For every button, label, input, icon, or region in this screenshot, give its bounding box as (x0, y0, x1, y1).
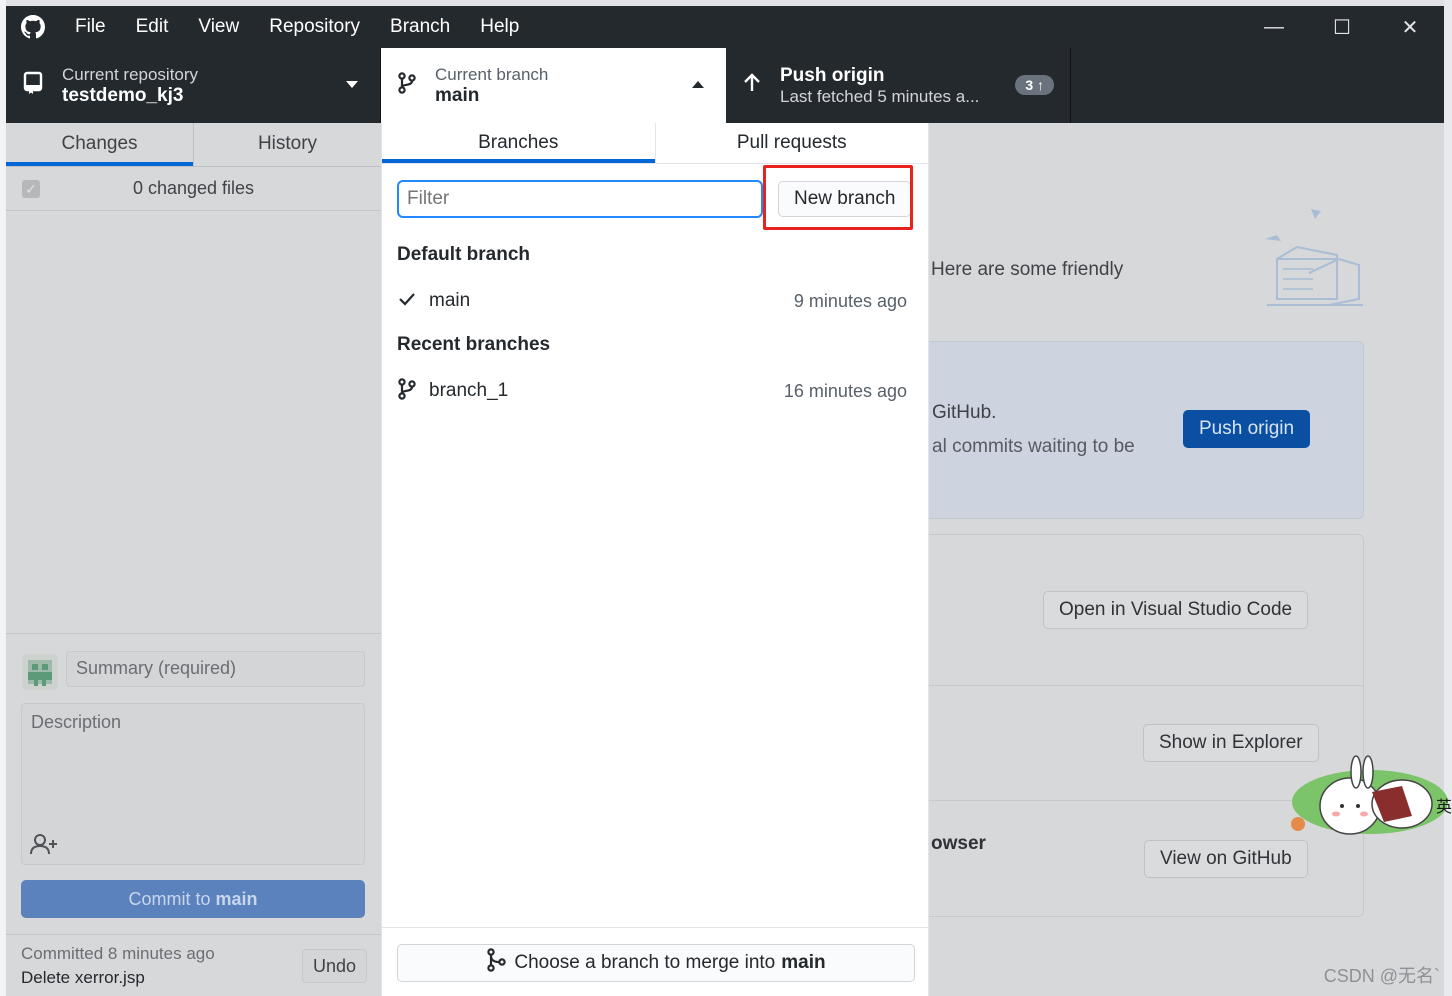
maximize-button[interactable]: ☐ (1308, 6, 1376, 48)
merge-icon (486, 948, 507, 978)
tab-pull-requests[interactable]: Pull requests (654, 123, 929, 163)
push-card-line2: al commits waiting to be (932, 436, 1135, 457)
default-branch-heading: Default branch (397, 244, 531, 265)
changes-header: ✓ 0 changed files (6, 167, 381, 211)
minimize-button[interactable]: — (1240, 6, 1308, 48)
repo-icon (22, 71, 44, 100)
last-commit: Committed 8 minutes ago Delete xerror.js… (6, 934, 381, 996)
sidebar-tabs: Changes History (6, 123, 381, 167)
branch-item-branch-1[interactable]: branch_1 16 minutes ago (397, 377, 907, 405)
menu-file[interactable]: File (60, 6, 121, 48)
main-content: Here are some friendly GitHub. al commit… (909, 123, 1444, 996)
push-origin-button[interactable]: Push origin (1183, 410, 1311, 448)
current-repository-button[interactable]: Current repository testdemo_kj3 (6, 48, 381, 123)
close-button[interactable]: ✕ (1376, 6, 1444, 48)
view-on-github-button[interactable]: View on GitHub (1144, 840, 1308, 878)
menu-repository[interactable]: Repository (254, 6, 375, 48)
illustration-icon (1259, 203, 1369, 313)
repo-name: testdemo_kj3 (62, 84, 184, 106)
repo-caption: Current repository (62, 64, 199, 84)
undo-button[interactable]: Undo (301, 949, 367, 983)
title-bar: File Edit View Repository Branch Help — … (6, 6, 1444, 48)
branch-item-main[interactable]: main 9 minutes ago (397, 287, 907, 315)
sidebar: Changes History ✓ 0 changed files Summar… (6, 123, 381, 996)
commit-label: Commit to (128, 889, 211, 909)
merge-target: main (781, 952, 826, 973)
toolbar: Current repository testdemo_kj3 Current … (6, 48, 1444, 123)
branch-name: main (435, 84, 480, 106)
description-input[interactable]: Description (21, 703, 365, 865)
push-subtitle: Last fetched 5 minutes a... (780, 86, 980, 106)
dropdown-footer-divider (382, 927, 928, 928)
dropdown-tabs: Branches Pull requests (382, 123, 928, 164)
menu-help[interactable]: Help (465, 6, 534, 48)
rabbit-sticker-icon: 英 (1260, 752, 1452, 842)
branch-icon (397, 71, 417, 100)
last-commit-time: Committed 8 minutes ago (21, 944, 215, 963)
branch-caption: Current branch (435, 64, 549, 84)
tab-changes[interactable]: Changes (6, 123, 193, 166)
branch-icon (397, 377, 417, 406)
arrow-up-icon (742, 71, 762, 100)
branch-name: branch_1 (429, 380, 509, 401)
commit-branch: main (215, 889, 258, 909)
menu-edit[interactable]: Edit (121, 6, 184, 48)
menu-view[interactable]: View (183, 6, 254, 48)
chevron-up-icon (692, 81, 704, 88)
branch-name: main (429, 290, 471, 311)
window-controls: — ☐ ✕ (1240, 6, 1444, 48)
tab-history[interactable]: History (193, 123, 381, 166)
avatar (22, 654, 58, 690)
filter-input[interactable] (397, 180, 763, 218)
friendly-text: Here are some friendly (931, 259, 1124, 280)
svg-text:英: 英 (1436, 797, 1452, 816)
card-divider (910, 685, 1363, 686)
add-coauthor-icon[interactable] (30, 832, 60, 856)
merge-into-button[interactable]: Choose a branch to merge into main (397, 944, 915, 982)
recent-branches-heading: Recent branches (397, 334, 551, 355)
browser-suggestion-title: owser (931, 833, 986, 854)
description-placeholder: Description (31, 712, 122, 732)
highlight-annotation (763, 165, 913, 230)
last-commit-message: Delete xerror.jsp (21, 968, 145, 987)
watermark: CSDN @无名` (1323, 966, 1440, 986)
suggestions-list: Open in Visual Studio Code Show in Explo… (909, 534, 1364, 917)
push-title: Push origin (780, 64, 885, 86)
commit-area: Summary (required) Description Commit to… (6, 633, 381, 996)
branch-time: 9 minutes ago (793, 290, 907, 311)
push-origin-toolbar-button[interactable]: Push origin Last fetched 5 minutes a... … (726, 48, 1071, 123)
select-all-checkbox[interactable]: ✓ (22, 179, 40, 198)
current-branch-button[interactable]: Current branch main (381, 48, 726, 123)
push-suggestion-card: GitHub. al commits waiting to be Push or… (909, 341, 1364, 519)
changed-files-count: 0 changed files (132, 178, 255, 198)
github-logo-icon (6, 6, 60, 48)
open-vscode-button[interactable]: Open in Visual Studio Code (1043, 591, 1309, 629)
summary-input[interactable]: Summary (required) (66, 651, 365, 687)
tab-branches[interactable]: Branches (382, 123, 655, 163)
commit-button[interactable]: Commit to main (21, 880, 365, 918)
browser-right-edge (1444, 0, 1452, 996)
push-count-badge: 3 ↑ (1015, 75, 1054, 95)
merge-label: Choose a branch to merge into (514, 952, 776, 973)
check-icon (397, 289, 417, 314)
branch-dropdown: Branches Pull requests New branch Defaul… (381, 123, 929, 996)
branch-time: 16 minutes ago (783, 380, 907, 401)
push-card-line1: GitHub. (932, 402, 997, 423)
menu-branch[interactable]: Branch (375, 6, 465, 48)
chevron-down-icon (346, 81, 358, 88)
